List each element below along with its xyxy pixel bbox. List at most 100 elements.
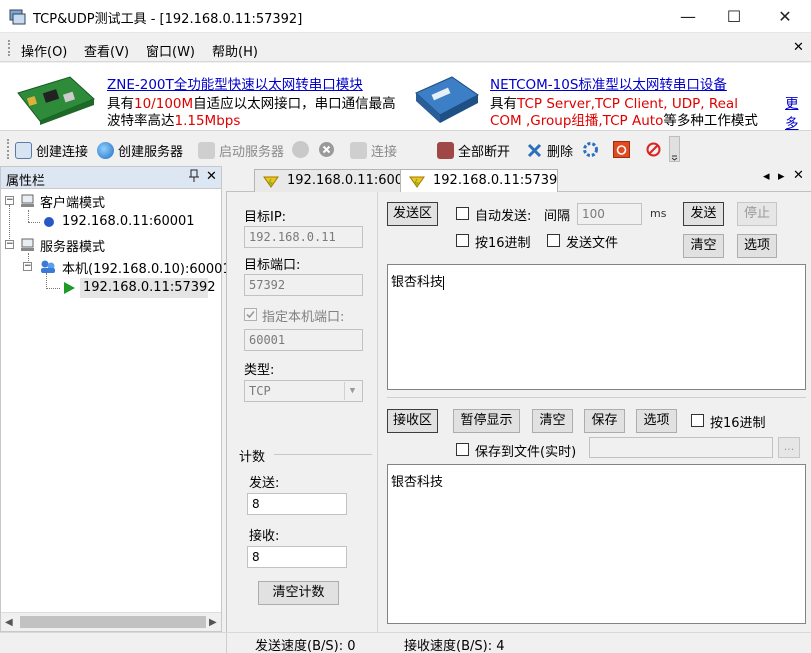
type-select[interactable]: TCP ▼ [244,380,363,402]
recv-options-button[interactable]: 选项 [636,409,677,433]
pin-icon[interactable] [189,169,199,187]
close-button[interactable]: ✕ [762,0,808,33]
send-button[interactable]: 发送 [683,202,724,226]
send-file-checkbox[interactable] [547,234,560,247]
server-users-icon [39,259,57,279]
menu-help[interactable]: 帮助(H) [212,41,258,60]
recv-count-label: 接收: [249,529,280,544]
banner-right-title-link[interactable]: NETCOM-10S标准型以太网转串口设备 [490,73,727,93]
send-text: 银杏科技 [391,275,444,290]
users-icon[interactable] [292,141,309,162]
recv-hex-label: 按16进制 [710,416,766,431]
computer-icon [20,194,36,212]
stop-icon[interactable] [318,141,335,162]
send-options-button[interactable]: 选项 [737,234,777,258]
send-area-button[interactable]: 发送区 [387,202,438,226]
local-port-label: 指定本机端口: [262,310,345,325]
property-panel: 属性栏 ✕ − 客户端模式 192.168.0.11:60001 − 服务器模式… [0,166,231,632]
browse-button[interactable]: ... [778,437,800,458]
create-connection-button[interactable]: 创建连接 [15,141,88,160]
scroll-right-icon[interactable]: ▶ [209,617,217,628]
play-icon [63,281,76,299]
create-server-label: 创建服务器 [118,145,184,160]
recv-clear-button[interactable]: 清空 [532,409,573,433]
property-panel-header: 属性栏 ✕ [1,167,221,189]
tree-server-mode[interactable]: 服务器模式 [40,236,105,255]
create-server-button[interactable]: 创建服务器 [97,141,183,160]
tree-expander-server[interactable]: − [5,240,14,249]
tool-icon[interactable] [645,141,662,162]
chevron-down-icon[interactable]: ▼ [344,382,360,400]
tree-expander-local[interactable]: − [23,262,32,271]
menu-operate[interactable]: 操作(O) [21,41,67,60]
panel-close-icon[interactable]: ✕ [206,169,217,184]
local-port-field[interactable]: 60001 [244,329,363,351]
tree-server-item-selected[interactable]: 192.168.0.11:57392 [80,278,216,298]
window-title: TCP&UDP测试工具 - [192.168.0.11:57392] [33,12,303,27]
recv-save-button[interactable]: 保存 [584,409,625,433]
menu-bar: 操作(O) 查看(V) 窗口(W) 帮助(H) ✕ [0,34,811,62]
minimize-button[interactable]: — [665,0,711,33]
tab-close-icon[interactable]: ✕ [793,168,804,183]
recv-hex-checkbox[interactable] [691,414,704,427]
toolbar-overflow-chevron-icon[interactable] [669,136,680,162]
target-ip-field[interactable]: 192.168.0.11 [244,226,363,248]
banner-left-title-link[interactable]: ZNE-200T全功能型快速以太网转串口模块 [107,73,363,93]
save-file-path-field[interactable] [589,437,773,458]
tree-line [28,222,40,223]
target-port-field[interactable]: 57392 [244,274,363,296]
splitter[interactable] [387,397,806,398]
pause-display-button[interactable]: 暂停显示 [453,409,520,433]
tab-prev-icon[interactable]: ◂ [763,169,770,184]
menu-view[interactable]: 查看(V) [84,41,129,60]
tree-client-mode[interactable]: 客户端模式 [40,192,105,211]
recv-text-area[interactable]: 银杏科技 [387,464,806,624]
tab-next-icon[interactable]: ▸ [778,169,785,184]
horizontal-scrollbar[interactable]: ◀ ▶ [1,612,221,631]
type-label: 类型: [244,363,275,378]
menu-window[interactable]: 窗口(W) [146,41,195,60]
maximize-button[interactable]: ☐ [711,0,757,33]
create-connection-label: 创建连接 [36,145,89,160]
save-to-file-checkbox[interactable] [456,443,469,456]
recv-area-button[interactable]: 接收区 [387,409,438,433]
send-clear-button[interactable]: 清空 [683,234,724,258]
stop-button[interactable]: 停止 [737,202,777,226]
tree-expander-client[interactable]: − [5,196,14,205]
delete-button[interactable]: 删除 [526,141,573,160]
send-hex-checkbox[interactable] [456,234,469,247]
tab-session-57392[interactable]: 192.168.0.11:57392 [400,169,558,193]
interval-label: 间隔 [544,209,571,224]
interval-unit: ms [650,207,667,220]
tree-server-local[interactable]: 本机(192.168.0.10):60001 [62,258,231,277]
recv-count-field[interactable]: 8 [247,546,347,568]
auto-send-checkbox[interactable] [456,207,469,220]
target-ip-label: 目标IP: [244,210,287,225]
banner-more-link[interactable]: 更多 [785,92,811,132]
connect-button[interactable]: 连接 [350,141,397,160]
send-count-field[interactable]: 8 [247,493,347,515]
count-group-divider [274,454,372,455]
interval-field[interactable]: 100 [577,203,642,225]
tree-client-item[interactable]: 192.168.0.11:60001 [62,214,195,229]
send-speed-status: 发送速度(B/S): 0 [255,639,356,653]
send-file-label: 发送文件 [566,236,619,251]
status-bar: 发送速度(B/S): 0 接收速度(B/S): 4 [0,632,811,653]
send-hex-label: 按16进制 [475,236,531,251]
power-icon[interactable] [613,141,630,162]
banner-right-line3-red: COM ,Group组播,TCP Auto [490,113,664,129]
scroll-left-icon[interactable]: ◀ [5,617,13,628]
save-to-file-label: 保存到文件(实时) [475,445,577,460]
lightning-icon [263,175,279,192]
send-text-area[interactable]: 银杏科技 [387,264,806,390]
banner-right-line3: COM ,Group组播,TCP Auto等多种工作模式 [490,109,758,129]
start-server-button[interactable]: 启动服务器 [198,141,284,160]
disconnect-all-button[interactable]: 全部断开 [437,141,510,160]
local-port-checkbox[interactable] [244,308,257,325]
mdi-close-icon[interactable]: ✕ [793,40,804,55]
count-group-label: 计数 [239,450,266,465]
clear-count-button[interactable]: 清空计数 [258,581,339,605]
globe-icon [97,142,114,159]
settings-icon[interactable] [582,141,599,162]
scrollbar-thumb[interactable] [20,616,206,628]
